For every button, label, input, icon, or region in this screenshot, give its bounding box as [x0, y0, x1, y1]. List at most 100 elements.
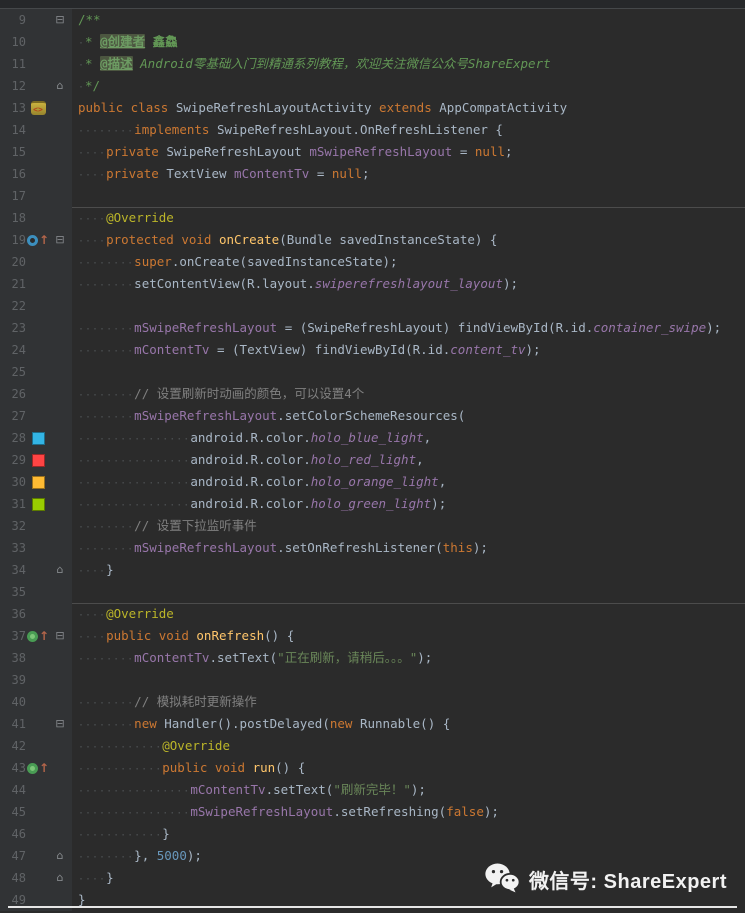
fold-marker-icon[interactable]: ⊟ [50, 229, 70, 251]
code-text[interactable]: ····} [72, 559, 745, 581]
color-swatch[interactable] [31, 475, 45, 489]
code-text[interactable]: ················android.R.color.holo_blu… [72, 427, 745, 449]
line-number[interactable]: 28 [0, 427, 26, 449]
code-line[interactable]: 44 ················mContentTv.setText("刷新… [0, 779, 745, 801]
code-text[interactable]: ·* @描述 Android零基础入门到精通系列教程，欢迎关注微信公众号Shar… [72, 53, 745, 75]
code-text[interactable]: ············public void run() { [72, 757, 745, 779]
code-text[interactable]: ············} [72, 823, 745, 845]
code-text[interactable] [72, 185, 745, 207]
code-line[interactable]: 30 ················android.R.color.holo_o… [0, 471, 745, 493]
gutter[interactable]: 34 ⌂ [0, 559, 72, 581]
code-text[interactable]: ········setContentView(R.layout.swiperef… [72, 273, 745, 295]
gutter[interactable]: 29 [0, 449, 72, 471]
code-line[interactable]: 23 ········mSwipeRefreshLayout = (SwipeRe… [0, 317, 745, 339]
code-text[interactable]: ········mSwipeRefreshLayout.setColorSche… [72, 405, 745, 427]
code-text[interactable]: ············@Override [72, 735, 745, 757]
code-line[interactable]: 12 ⌂ ·*/ [0, 75, 745, 97]
gutter[interactable]: 25 [0, 361, 72, 383]
code-text[interactable]: ········mContentTv.setText("正在刷新，请稍后。。。"… [72, 647, 745, 669]
code-line[interactable]: 36 ····@Override [0, 603, 745, 625]
gutter[interactable]: 38 [0, 647, 72, 669]
gutter[interactable]: 23 [0, 317, 72, 339]
line-number[interactable]: 15 [0, 141, 26, 163]
gutter[interactable]: 22 [0, 295, 72, 317]
gutter[interactable]: 47 ⌂ [0, 845, 72, 867]
line-number[interactable]: 30 [0, 471, 26, 493]
override-method-icon[interactable] [26, 234, 38, 246]
code-line[interactable]: 40 ········// 模拟耗时更新操作 [0, 691, 745, 713]
code-line[interactable]: 9 ⊟/** [0, 9, 745, 31]
code-line[interactable]: 26 ········// 设置刷新时动画的颜色，可以设置4个 [0, 383, 745, 405]
line-number[interactable]: 26 [0, 383, 26, 405]
code-line[interactable]: 24 ········mContentTv = (TextView) findVi… [0, 339, 745, 361]
code-text[interactable]: ····@Override [72, 207, 745, 229]
code-text[interactable]: ········implements SwipeRefreshLayout.On… [72, 119, 745, 141]
line-number[interactable]: 32 [0, 515, 26, 537]
gutter[interactable]: 28 [0, 427, 72, 449]
gutter[interactable]: 45 [0, 801, 72, 823]
fold-marker-icon[interactable]: ⊟ [50, 713, 70, 735]
implement-method-icon[interactable] [26, 762, 38, 774]
code-line[interactable]: 25 [0, 361, 745, 383]
line-number[interactable]: 18 [0, 207, 26, 229]
line-number[interactable]: 20 [0, 251, 26, 273]
code-line[interactable]: 31 ················android.R.color.holo_g… [0, 493, 745, 515]
code-line[interactable]: 10 ·* @创建者 鑫鱻 [0, 31, 745, 53]
code-line[interactable]: 39 [0, 669, 745, 691]
line-number[interactable]: 14 [0, 119, 26, 141]
code-text[interactable] [72, 361, 745, 383]
fold-marker-icon[interactable]: ⌂ [50, 845, 70, 867]
code-text[interactable]: ····private SwipeRefreshLayout mSwipeRef… [72, 141, 745, 163]
gutter[interactable]: 20 [0, 251, 72, 273]
gutter[interactable]: 37 ↑ ⊟ [0, 625, 72, 647]
code-text[interactable]: ····protected void onCreate(Bundle saved… [72, 229, 745, 251]
gutter[interactable]: 10 [0, 31, 72, 53]
line-number[interactable]: 31 [0, 493, 26, 515]
color-swatch[interactable] [31, 497, 45, 511]
gutter[interactable]: 17 [0, 185, 72, 207]
gutter[interactable]: 21 [0, 273, 72, 295]
line-number[interactable]: 16 [0, 163, 26, 185]
code-line[interactable]: 46 ············} [0, 823, 745, 845]
gutter[interactable]: 48 ⌂ [0, 867, 72, 889]
fold-marker-icon[interactable]: ⌂ [50, 75, 70, 97]
line-number[interactable]: 21 [0, 273, 26, 295]
gutter[interactable]: 14 [0, 119, 72, 141]
gutter[interactable]: 30 [0, 471, 72, 493]
code-text[interactable] [72, 581, 745, 603]
code-text[interactable]: ········new Handler().postDelayed(new Ru… [72, 713, 745, 735]
code-line[interactable]: 15 ····private SwipeRefreshLayout mSwipeR… [0, 141, 745, 163]
fold-marker-icon[interactable]: ⌂ [50, 867, 70, 889]
code-text[interactable]: ········// 设置下拉监听事件 [72, 515, 745, 537]
gutter[interactable]: 36 [0, 603, 72, 625]
gutter[interactable]: 11 [0, 53, 72, 75]
line-number[interactable]: 41 [0, 713, 26, 735]
code-text[interactable]: ················android.R.color.holo_gre… [72, 493, 745, 515]
line-number[interactable]: 36 [0, 603, 26, 625]
code-text[interactable]: ················mContentTv.setText("刷新完毕… [72, 779, 745, 801]
code-text[interactable]: ················android.R.color.holo_red… [72, 449, 745, 471]
line-number[interactable]: 13 [0, 97, 26, 119]
line-number[interactable]: 46 [0, 823, 26, 845]
line-number[interactable]: 12 [0, 75, 26, 97]
line-number[interactable]: 27 [0, 405, 26, 427]
line-number[interactable]: 34 [0, 559, 26, 581]
code-line[interactable]: 20 ········super.onCreate(savedInstanceSt… [0, 251, 745, 273]
gutter[interactable]: 35 [0, 581, 72, 603]
code-line[interactable]: 14 ········implements SwipeRefreshLayout.… [0, 119, 745, 141]
line-number[interactable]: 29 [0, 449, 26, 471]
line-number[interactable]: 9 [0, 9, 26, 31]
line-number[interactable]: 17 [0, 185, 26, 207]
code-text[interactable]: ········super.onCreate(savedInstanceStat… [72, 251, 745, 273]
gutter[interactable]: 12 ⌂ [0, 75, 72, 97]
navigate-up-icon[interactable]: ↑ [39, 625, 49, 647]
code-text[interactable] [72, 295, 745, 317]
line-number[interactable]: 11 [0, 53, 26, 75]
code-line[interactable]: 41 ⊟ ········new Handler().postDelayed(new… [0, 713, 745, 735]
code-text[interactable]: ·*/ [72, 75, 745, 97]
gutter[interactable]: 46 [0, 823, 72, 845]
code-line[interactable]: 27 ········mSwipeRefreshLayout.setColorSc… [0, 405, 745, 427]
code-line[interactable]: 38 ········mContentTv.setText("正在刷新，请稍后。。… [0, 647, 745, 669]
code-line[interactable]: 17 [0, 185, 745, 207]
gutter[interactable]: 9 ⊟ [0, 9, 72, 31]
